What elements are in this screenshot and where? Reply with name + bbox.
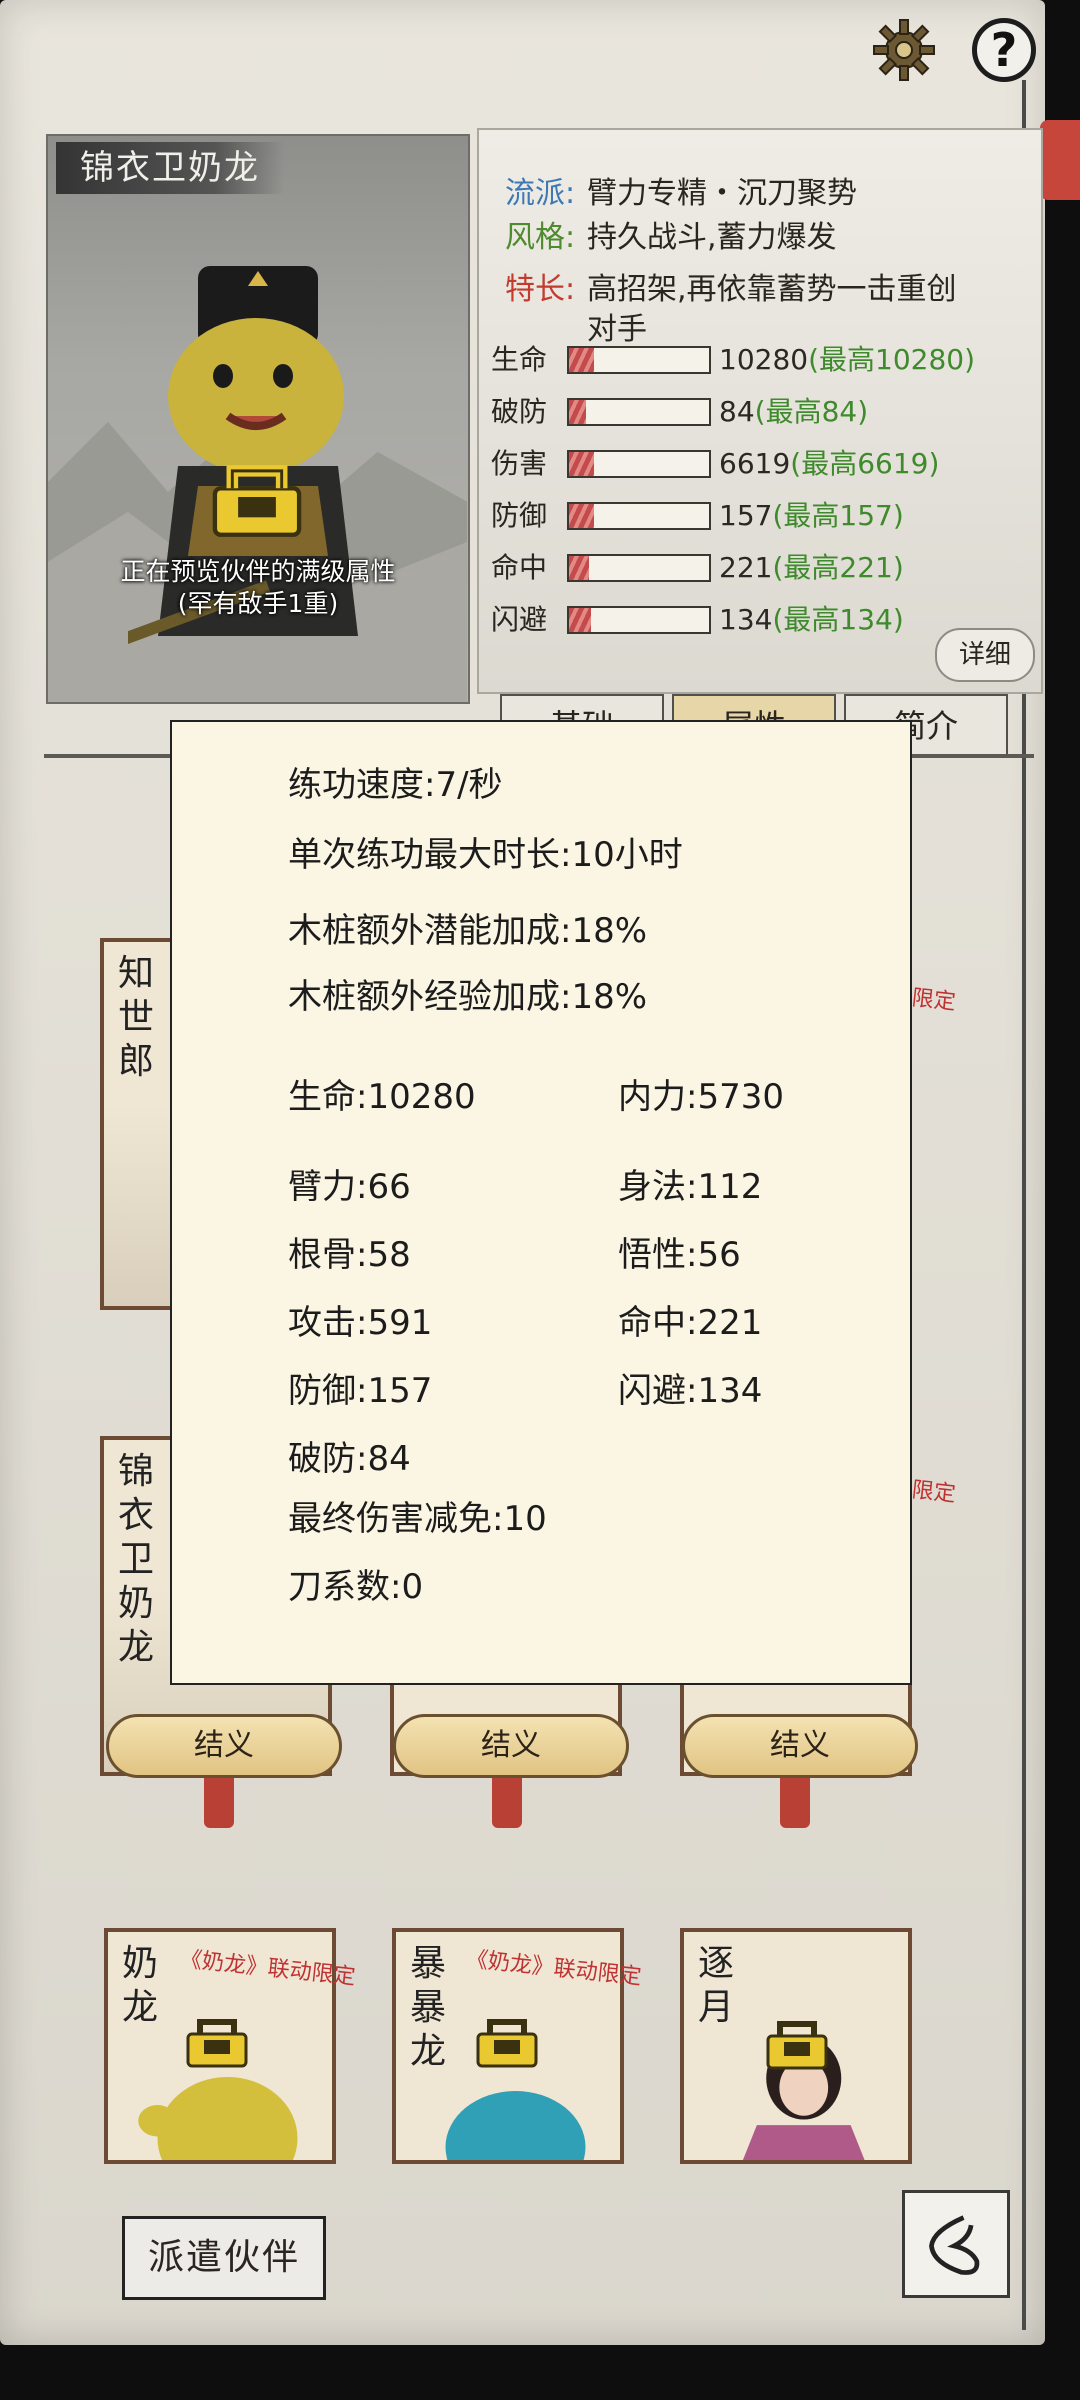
stat-row: 防御 157 (最高157) [491,498,904,534]
card-name: 知世郎 [118,953,155,1082]
stat-row: 伤害 6619 (最高6619) [491,446,939,482]
preview-line-2: (罕有敌手1重) [177,589,339,618]
stat-value: 221 [719,551,773,584]
dispatch-partner-button[interactable]: 派遣伙伴 [122,2216,326,2300]
lock-icon [186,2019,248,2068]
stat-label: 命中 [491,551,548,584]
stat-label: 防御 [491,499,548,532]
trait-specialty-value: 高招架,再依靠蓄势一击重创 [587,272,957,307]
oath-button[interactable]: 结义 [682,1714,918,1778]
stat-value: 157 [719,499,773,532]
stat-value: 10280 [719,343,809,376]
ribbon-decoration [780,1778,810,1828]
stat-row: 破防 84 (最高84) [491,394,868,430]
popup-stat-left: 最终伤害减免:10 [288,1499,547,1539]
card-name: 奶龙 [122,1943,159,2028]
popup-stat-right: 身法:112 [618,1167,763,1207]
stat-max: (最高84) [754,395,869,428]
popup-stat-right: 命中:221 [618,1303,763,1343]
trait-style-key: 风格: [505,220,576,255]
lock-icon [212,465,302,537]
stat-max: (最高10280) [808,343,975,376]
trait-specialty: 特长: 高招架,再依靠蓄势一击重创 [505,270,957,310]
popup-stat-right: 闪避:134 [618,1371,763,1411]
stat-bar-fill [569,452,595,476]
stat-value: 84 [719,395,755,428]
stat-bar [567,502,711,530]
popup-stat-left: 根骨:58 [288,1235,411,1275]
stat-max: (最高6619) [790,447,940,480]
stat-label: 生命 [491,343,548,376]
popup-stat-left: 生命:10280 [288,1077,476,1117]
stat-max: (最高221) [772,551,904,584]
popup-exp-bonus: 木桩额外经验加成:18% [288,977,648,1017]
stat-bar-fill [569,504,595,528]
ribbon-decoration [204,1778,234,1828]
stat-label: 破防 [491,395,548,428]
back-icon [929,2215,980,2275]
trait-school-key: 流派: [505,176,576,211]
trait-style: 风格: 持久战斗,蓄力爆发 [505,218,837,258]
stat-label: 闪避 [491,603,548,636]
trait-specialty-key: 特长: [505,272,576,307]
card-name: 逐月 [698,1943,735,2028]
stat-bar [567,398,711,426]
help-icon: ? [990,23,1018,77]
partner-card-zhuyue[interactable]: 逐月 [680,1928,912,2164]
stat-value: 134 [719,603,773,636]
stat-row: 闪避 134 (最高134) [491,602,904,638]
stat-row: 命中 221 (最高221) [491,550,904,586]
collab-tag: 限定 [910,1477,957,1508]
popup-potential-bonus: 木桩额外潜能加成:18% [288,911,648,951]
popup-stat-left: 破防:84 [288,1439,411,1479]
popup-stat-left: 攻击:591 [288,1303,433,1343]
popup-stat-left: 防御:157 [288,1371,433,1411]
stat-row: 生命 10280 (最高10280) [491,342,975,378]
popup-stat-right: 悟性:56 [618,1235,741,1275]
detail-button[interactable]: 详细 [935,628,1035,682]
gear-icon[interactable] [872,18,936,82]
popup-stat-left: 臂力:66 [288,1167,411,1207]
stat-bar [567,450,711,478]
stat-max: (最高134) [772,603,904,636]
stat-bar-fill [569,608,592,632]
stat-bar [567,606,711,634]
stat-bar [567,554,711,582]
stat-max: (最高157) [772,499,904,532]
preview-note: 正在预览伙伴的满级属性 (罕有敌手1重) [48,556,468,620]
stat-value: 6619 [719,447,791,480]
preview-line-1: 正在预览伙伴的满级属性 [120,557,396,586]
collab-tag: 限定 [910,985,957,1016]
help-button[interactable]: ? [972,18,1036,82]
popup-max-duration: 单次练功最大时长:10小时 [288,835,683,875]
side-tab[interactable] [1040,120,1080,200]
lock-icon [766,2021,828,2070]
trait-school-value: 臂力专精・沉刀聚势 [587,176,857,211]
stat-bar-fill [569,556,589,580]
partner-portrait: 锦衣卫奶龙 正在预览伙伴的满级属性 (罕有敌手1重) [46,134,470,704]
stat-bar-fill [569,348,595,372]
popup-stat-left: 刀系数:0 [288,1567,424,1607]
ribbon-decoration [492,1778,522,1828]
trait-style-value: 持久战斗,蓄力爆发 [587,220,837,255]
stat-label: 伤害 [491,447,548,480]
popup-training-speed: 练功速度:7/秒 [288,765,503,805]
stat-bar [567,346,711,374]
popup-stat-right: 内力:5730 [618,1077,784,1117]
attribute-panel: 流派: 臂力专精・沉刀聚势 风格: 持久战斗,蓄力爆发 特长: 高招架,再依靠蓄势一击… [477,128,1043,694]
trait-school: 流派: 臂力专精・沉刀聚势 [505,174,857,214]
stat-bar-fill [569,400,586,424]
oath-button[interactable]: 结义 [106,1714,342,1778]
attribute-detail-popup: 练功速度:7/秒 单次练功最大时长:10小时 木桩额外潜能加成:18% 木桩额外… [170,720,912,1685]
lock-icon [476,2019,538,2068]
partner-name: 锦衣卫奶龙 [56,142,284,194]
oath-button[interactable]: 结义 [393,1714,629,1778]
back-button[interactable] [902,2190,1010,2298]
